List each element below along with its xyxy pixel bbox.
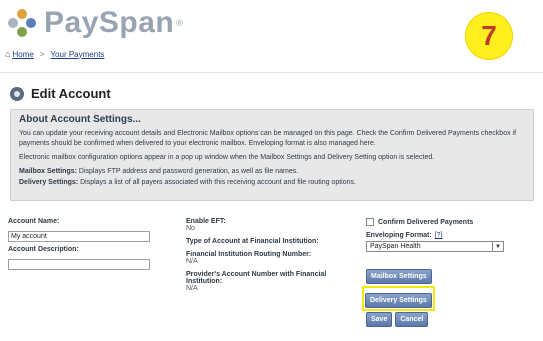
delivery-settings-button[interactable]: Delivery Settings xyxy=(365,293,432,308)
about-paragraph-1: You can update your receiving account de… xyxy=(19,130,517,147)
about-mailbox-settings: Mailbox Settings: Displays FTP address a… xyxy=(19,167,525,177)
account-description-label: Account Description: xyxy=(8,246,79,253)
edit-account-icon xyxy=(10,86,24,101)
provider-account-value: N/A xyxy=(186,285,198,292)
page-title: Edit Account xyxy=(10,86,111,101)
enveloping-format-row: Enveloping Format: [?] xyxy=(366,232,506,239)
cancel-button[interactable]: Cancel xyxy=(395,312,429,327)
account-type-label: Type of Account at Financial Institution… xyxy=(186,238,319,245)
delivery-settings-highlight: Delivery Settings xyxy=(362,286,435,311)
account-name-input[interactable] xyxy=(8,231,150,242)
about-heading: About Account Settings... xyxy=(19,114,141,125)
enveloping-format-value: PaySpan Health xyxy=(370,243,421,250)
breadcrumb-separator: > xyxy=(39,49,45,59)
confirm-delivered-payments-checkbox[interactable] xyxy=(366,218,374,226)
home-icon: ⌂ xyxy=(5,49,11,59)
mailbox-settings-button[interactable]: Mailbox Settings xyxy=(366,269,432,284)
enable-eft-row: Enable EFT: No xyxy=(186,218,336,232)
breadcrumb: ⌂ Home > Your Payments xyxy=(5,49,104,59)
eft-details-column: Enable EFT: No Type of Account at Financ… xyxy=(186,218,336,298)
routing-number-label: Financial Institution Routing Number: xyxy=(186,251,312,258)
payspan-logo-icon xyxy=(8,9,36,37)
enable-eft-value: No xyxy=(186,225,195,232)
account-details-column: Account Name: Account Description: xyxy=(8,218,150,274)
delivery-options-column: Confirm Delivered Payments Enveloping Fo… xyxy=(366,218,506,252)
confirm-delivered-payments-label: Confirm Delivered Payments xyxy=(378,218,474,226)
enable-eft-label: Enable EFT: xyxy=(186,218,226,225)
logo-text: PaySpan xyxy=(44,6,175,39)
about-delivery-label: Delivery Settings: xyxy=(19,179,79,186)
header: PaySpan ® ⌂ Home > Your Payments 7 xyxy=(0,0,543,73)
about-delivery-text: Displays a list of all payers associated… xyxy=(78,179,356,186)
page-title-text: Edit Account xyxy=(31,86,111,101)
payspan-logo[interactable]: PaySpan ® xyxy=(6,6,183,40)
routing-number-row: Financial Institution Routing Number: N/… xyxy=(186,251,336,265)
chevron-down-icon[interactable]: ▼ xyxy=(492,242,503,251)
enveloping-format-select[interactable]: PaySpan Health ▼ xyxy=(366,241,504,252)
logo-registered-mark: ® xyxy=(176,18,183,28)
enveloping-help-link[interactable]: [?] xyxy=(435,232,443,239)
account-type-row: Type of Account at Financial Institution… xyxy=(186,238,336,245)
form-actions: Save Cancel xyxy=(366,312,429,327)
save-button[interactable]: Save xyxy=(366,312,393,327)
routing-number-value: N/A xyxy=(186,258,198,265)
mailbox-settings-wrapper: Mailbox Settings xyxy=(366,265,432,284)
account-name-label: Account Name: xyxy=(8,218,60,225)
breadcrumb-home-link[interactable]: Home xyxy=(12,50,33,59)
step-number-badge: 7 xyxy=(465,12,513,60)
confirm-delivered-payments-row[interactable]: Confirm Delivered Payments xyxy=(366,218,506,226)
about-account-settings-box: About Account Settings... You can update… xyxy=(10,109,534,201)
edit-account-form: Account Name: Account Description: Enabl… xyxy=(0,212,543,341)
provider-account-row: Provider's Account Number with Financial… xyxy=(186,271,336,292)
about-mailbox-text: Displays FTP address and password genera… xyxy=(76,168,299,175)
account-description-input[interactable] xyxy=(8,259,150,270)
about-paragraph-2: Electronic mailbox configuration options… xyxy=(19,154,435,161)
enveloping-format-label: Enveloping Format: xyxy=(366,232,432,239)
about-mailbox-label: Mailbox Settings: xyxy=(19,168,77,175)
provider-account-label: Provider's Account Number with Financial… xyxy=(186,271,327,285)
about-delivery-settings: Delivery Settings: Displays a list of al… xyxy=(19,178,525,188)
breadcrumb-your-payments-link[interactable]: Your Payments xyxy=(50,50,104,59)
